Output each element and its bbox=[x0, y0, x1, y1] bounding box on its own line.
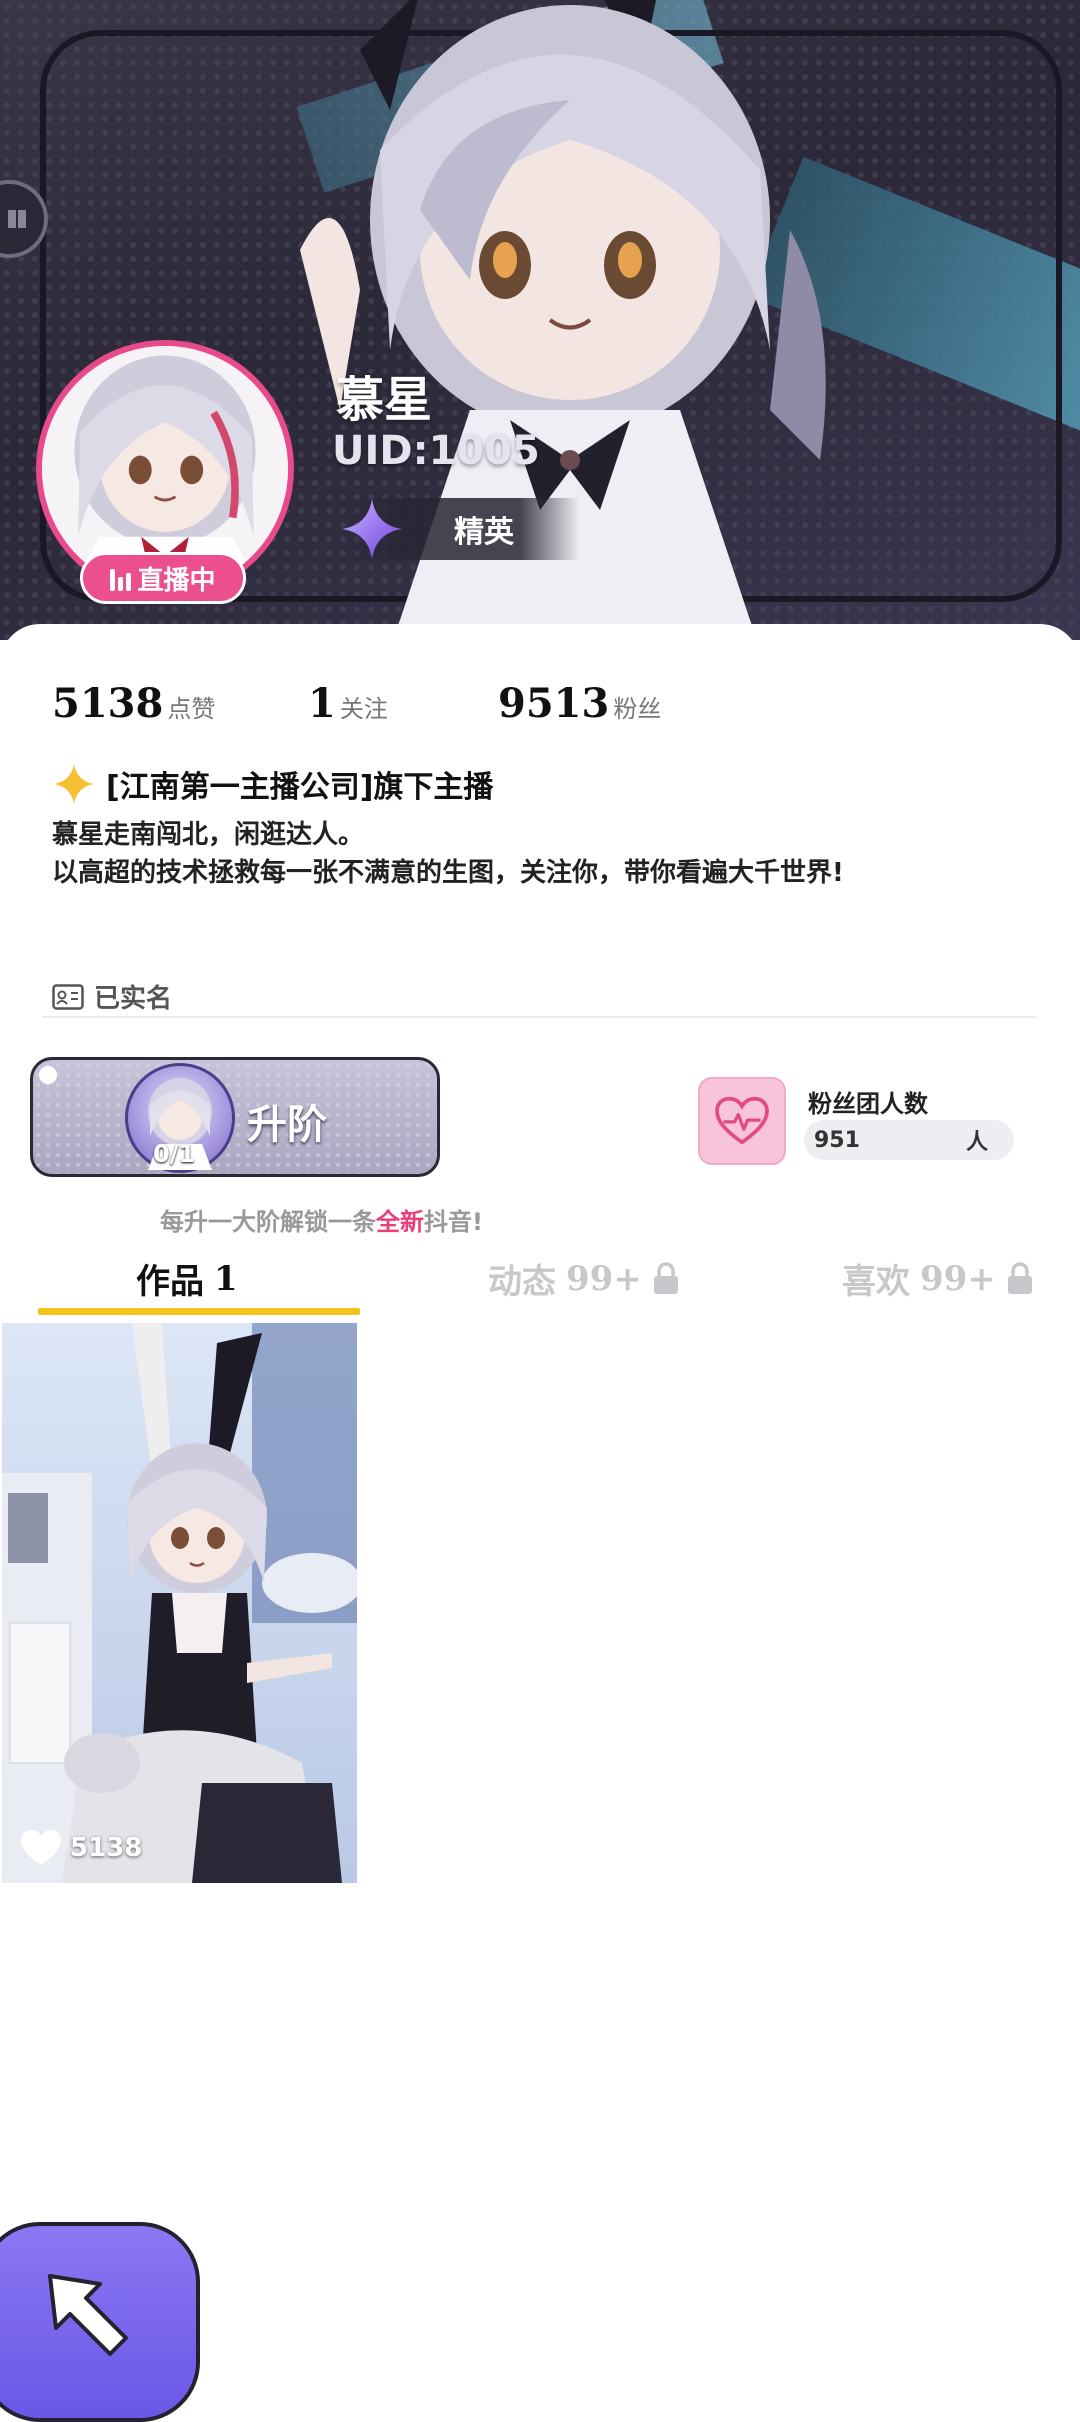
unlock-tip-suffix: 抖音! bbox=[424, 1208, 483, 1236]
lock-icon bbox=[653, 1261, 678, 1294]
stat-label: 关注 bbox=[339, 695, 388, 723]
stat-label: 点赞 bbox=[167, 695, 216, 723]
unlock-tip-prefix: 每升一大阶解锁一条 bbox=[160, 1208, 376, 1236]
bio-line: 慕星走南闯北，闲逛达人。 bbox=[52, 820, 365, 850]
stat-value: 5138 bbox=[52, 680, 164, 727]
stat-label: 粉丝 bbox=[613, 695, 662, 723]
rank-star-icon bbox=[342, 499, 402, 559]
fanclub-count-value: 951 bbox=[814, 1127, 860, 1153]
stat-followers[interactable]: 9513 粉丝 bbox=[498, 680, 661, 727]
stat-following[interactable]: 1 关注 bbox=[308, 680, 498, 727]
levelup-knob bbox=[39, 1066, 57, 1084]
fanclub-count: 951 人 bbox=[804, 1120, 1014, 1160]
work-thumbnail-illustration bbox=[2, 1323, 357, 1883]
sparkle-icon bbox=[54, 764, 94, 804]
work-likes-count: 5138 bbox=[70, 1833, 143, 1863]
fanclub-count-unit: 人 bbox=[965, 1130, 988, 1155]
company-line: [江南第一主播公司]旗下主播 bbox=[52, 762, 493, 806]
stat-value: 1 bbox=[308, 680, 336, 727]
live-bars-icon bbox=[110, 565, 132, 591]
profile-uid: UID:1005 bbox=[332, 428, 540, 474]
pointer-arrow-icon bbox=[48, 2274, 128, 2356]
work-card[interactable]: 5138 bbox=[2, 1323, 357, 1883]
tab-count: 99+ bbox=[566, 1258, 642, 1299]
divider bbox=[42, 1016, 1036, 1018]
stats-row: 5138 点赞 1 关注 9513 粉丝 bbox=[52, 680, 661, 727]
levelup-pattern bbox=[33, 1060, 437, 1174]
rank-label: 精英 bbox=[454, 515, 514, 550]
heart-pulse-icon bbox=[715, 1096, 769, 1145]
fanclub-icon-button[interactable] bbox=[698, 1077, 786, 1165]
tab-count: 99+ bbox=[920, 1258, 996, 1299]
tab-label: 喜欢 bbox=[842, 1262, 910, 1302]
tab-label: 作品 bbox=[136, 1262, 204, 1302]
tab-count: 1 bbox=[214, 1258, 238, 1299]
rank-badge[interactable]: 精英 bbox=[340, 498, 580, 560]
bio-line: 以高超的技术拯救每一张不满意的生图，关注你，带你看遍大千世界! bbox=[52, 858, 844, 888]
tab-label: 动态 bbox=[488, 1262, 556, 1302]
stat-value: 9513 bbox=[498, 680, 610, 727]
levelup-progress: 0/1 bbox=[153, 1140, 196, 1168]
heart-icon bbox=[21, 1830, 61, 1865]
levelup-label: 升阶 bbox=[247, 1102, 327, 1148]
work-likes: 5138 bbox=[20, 1829, 142, 1867]
live-status-badge[interactable]: 直播中 bbox=[80, 552, 246, 604]
tab-likes[interactable]: 喜欢 99+ bbox=[842, 1254, 1034, 1303]
fanclub-title: 粉丝团人数 bbox=[808, 1090, 928, 1118]
verified-status: 已实名 bbox=[52, 978, 172, 1015]
lock-icon bbox=[1007, 1261, 1032, 1294]
floating-pointer-button[interactable] bbox=[0, 2222, 200, 2422]
levelup-button[interactable]: 0/1 升阶 bbox=[30, 1057, 440, 1177]
stat-likes[interactable]: 5138 点赞 bbox=[52, 680, 308, 727]
verified-label: 已实名 bbox=[94, 984, 173, 1014]
tab-works[interactable]: 作品 1 bbox=[136, 1254, 238, 1303]
bio: 慕星走南闯北，闲逛达人。 以高超的技术拯救每一张不满意的生图，关注你，带你看遍大… bbox=[52, 816, 844, 892]
id-card-icon bbox=[52, 983, 84, 1010]
unlock-tip: 每升一大阶解锁一条全新抖音! bbox=[160, 1202, 483, 1237]
unlock-tip-highlight: 全新 bbox=[376, 1208, 424, 1236]
active-tab-indicator bbox=[38, 1308, 360, 1315]
live-status-label: 直播中 bbox=[137, 565, 216, 596]
tab-moments[interactable]: 动态 99+ bbox=[488, 1254, 680, 1303]
company-text: [江南第一主播公司]旗下主播 bbox=[106, 770, 494, 805]
profile-name: 慕星 bbox=[336, 372, 433, 428]
